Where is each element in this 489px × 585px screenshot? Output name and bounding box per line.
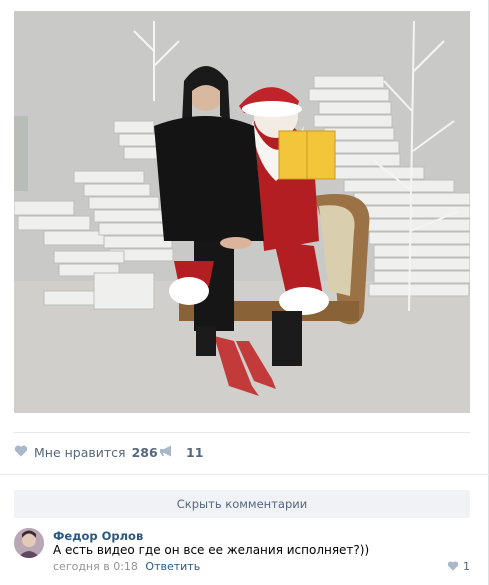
reply-link[interactable]: Ответить xyxy=(145,560,200,573)
share-button[interactable]: 11 xyxy=(159,445,203,460)
share-megaphone-icon xyxy=(159,445,174,460)
heart-icon xyxy=(447,559,459,574)
comment-item: Федор Орлов А есть видео где он все ее ж… xyxy=(14,528,470,578)
like-button[interactable]: Мне нравится 286 xyxy=(14,445,158,460)
avatar[interactable] xyxy=(14,528,44,558)
comment-like-count: 1 xyxy=(463,560,470,573)
comment-text: А есть видео где он все ее желания испол… xyxy=(53,543,370,557)
comment-meta: сегодня в 0:18 Ответить xyxy=(53,560,200,573)
comment-like-button[interactable]: 1 xyxy=(447,559,470,574)
post-actions-bar: Мне нравится 286 11 xyxy=(14,432,470,474)
post-card: Мне нравится 286 11 Скрыть комментарии Ф… xyxy=(0,0,489,585)
comment-author[interactable]: Федор Орлов xyxy=(53,529,143,543)
like-label: Мне нравится xyxy=(34,445,126,460)
post-photo-illustration xyxy=(14,11,470,413)
like-count: 286 xyxy=(131,445,158,460)
comment-time[interactable]: сегодня в 0:18 xyxy=(53,560,138,573)
section-divider xyxy=(0,474,489,475)
share-count: 11 xyxy=(186,445,204,460)
post-photo[interactable] xyxy=(14,11,470,413)
hide-comments-button[interactable]: Скрыть комментарии xyxy=(14,490,470,518)
heart-icon xyxy=(14,445,28,460)
